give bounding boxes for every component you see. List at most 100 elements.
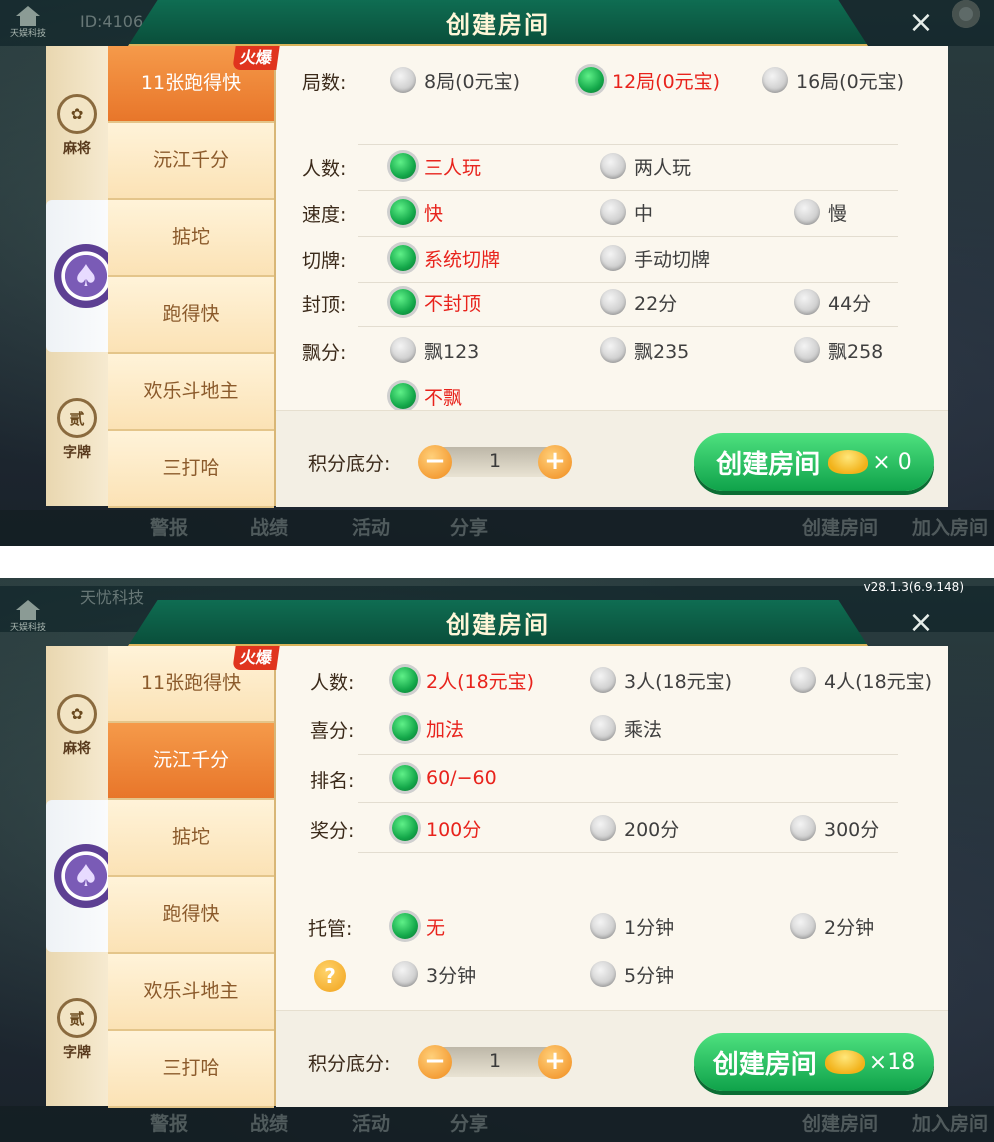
- home-icon[interactable]: 天娱科技: [6, 596, 50, 636]
- category-zipai[interactable]: 贰字牌: [46, 398, 108, 462]
- radio-option[interactable]: 三人玩: [390, 150, 481, 182]
- radio-option[interactable]: 乘法: [590, 712, 662, 744]
- radio-option[interactable]: 16局(0元宝): [762, 64, 904, 96]
- radio-option[interactable]: 2人(18元宝): [392, 664, 534, 696]
- game-item-doudizhu[interactable]: 欢乐斗地主: [108, 954, 274, 1031]
- hot-badge: 火爆: [232, 46, 280, 70]
- radio-option[interactable]: 两人玩: [600, 150, 691, 182]
- bottom-item-record[interactable]: 战绩: [250, 1109, 288, 1136]
- game-item-yuanjiang[interactable]: 沅江千分: [108, 123, 274, 200]
- game-item-sandaha[interactable]: 三打哈: [108, 1031, 274, 1108]
- bottom-item-record[interactable]: 战绩: [250, 513, 288, 540]
- radio-option[interactable]: 1分钟: [590, 910, 674, 942]
- game-item-paodekuai[interactable]: 跑得快: [108, 277, 274, 354]
- bottom-item-activity[interactable]: 活动: [352, 1109, 390, 1136]
- option-row-players: 人数: 三人玩 两人玩: [276, 146, 948, 186]
- close-button[interactable]: ×: [904, 606, 938, 640]
- option-row-speed: 速度: 快 中 慢: [276, 192, 948, 232]
- category-mahjong[interactable]: ✿ 麻将: [46, 94, 108, 158]
- minus-button[interactable]: −: [418, 445, 452, 479]
- radio-option[interactable]: 飘123: [390, 334, 479, 366]
- radio-option[interactable]: 加法: [392, 712, 464, 744]
- create-room-button[interactable]: 创建房间 × 0: [694, 433, 934, 491]
- radio-option[interactable]: 60/−60: [392, 762, 497, 794]
- game-label: 跑得快: [162, 903, 220, 925]
- zipai-icon: 贰: [57, 398, 97, 438]
- radio-option[interactable]: 5分钟: [590, 958, 674, 990]
- option-label: 22分: [634, 292, 678, 315]
- game-item-yuanjiang[interactable]: 沅江千分: [108, 723, 274, 800]
- divider: [358, 754, 898, 755]
- radio-option[interactable]: 不封顶: [390, 286, 481, 318]
- radio-option[interactable]: 快: [390, 196, 443, 228]
- radio-option[interactable]: 4人(18元宝): [790, 664, 932, 696]
- cost-label: × 0: [872, 449, 912, 475]
- plus-button[interactable]: +: [538, 445, 572, 479]
- radio-icon: [590, 815, 616, 841]
- radio-option[interactable]: 8局(0元宝): [390, 64, 520, 96]
- help-icon[interactable]: ?: [314, 960, 346, 992]
- category-zipai[interactable]: 贰字牌: [46, 998, 108, 1062]
- radio-option[interactable]: 44分: [794, 286, 871, 318]
- divider: [358, 190, 898, 191]
- option-label: 2人(18元宝): [426, 670, 535, 693]
- bottom-item-create-room[interactable]: 创建房间: [802, 1109, 878, 1136]
- gear-icon[interactable]: [952, 0, 980, 28]
- minus-button[interactable]: −: [418, 1045, 452, 1079]
- radio-option[interactable]: 100分: [392, 812, 481, 844]
- game-label: 11张跑得快: [140, 672, 242, 694]
- option-label: 100分: [426, 818, 482, 841]
- bottom-item-share[interactable]: 分享: [450, 1109, 488, 1136]
- bottom-item-activity[interactable]: 活动: [352, 513, 390, 540]
- radio-option[interactable]: 飘235: [600, 334, 689, 366]
- option-label: 200分: [624, 818, 680, 841]
- game-item-11zhang[interactable]: 11张跑得快 火爆: [108, 646, 280, 723]
- radio-icon: [390, 153, 416, 179]
- game-item-doudizhu[interactable]: 欢乐斗地主: [108, 354, 274, 431]
- option-label: 系统切牌: [424, 248, 501, 271]
- radio-option[interactable]: 3分钟: [392, 958, 476, 990]
- radio-icon: [392, 715, 418, 741]
- radio-option[interactable]: 200分: [590, 812, 679, 844]
- bottom-item-share[interactable]: 分享: [450, 513, 488, 540]
- create-room-button[interactable]: 创建房间 ×18: [694, 1033, 934, 1091]
- bottom-item-alert[interactable]: 警报: [150, 1109, 188, 1136]
- radio-option[interactable]: 不飘: [390, 380, 462, 412]
- divider: [358, 144, 898, 145]
- radio-option[interactable]: 慢: [794, 196, 847, 228]
- home-icon[interactable]: 天娱科技: [6, 2, 50, 42]
- radio-option[interactable]: 22分: [600, 286, 677, 318]
- row-label: 排名:: [310, 770, 355, 792]
- plus-button[interactable]: +: [538, 1045, 572, 1079]
- row-label: 托管:: [308, 918, 353, 940]
- radio-option[interactable]: 3人(18元宝): [590, 664, 732, 696]
- radio-option[interactable]: 手动切牌: [600, 242, 710, 274]
- game-item-diantuo[interactable]: 掂坨: [108, 800, 274, 877]
- game-label: 跑得快: [162, 303, 220, 325]
- category-mahjong[interactable]: ✿ 麻将: [46, 694, 108, 758]
- bottom-item-join-room[interactable]: 加入房间: [912, 513, 988, 540]
- radio-icon: [590, 913, 616, 939]
- radio-option[interactable]: 飘258: [794, 334, 883, 366]
- divider: [358, 852, 898, 853]
- radio-option[interactable]: 系统切牌: [390, 242, 500, 274]
- game-item-paodekuai[interactable]: 跑得快: [108, 877, 274, 954]
- radio-icon: [762, 67, 788, 93]
- radio-option[interactable]: 无: [392, 910, 445, 942]
- radio-option[interactable]: 12局(0元宝): [578, 64, 720, 96]
- radio-icon: [600, 245, 626, 271]
- radio-icon: [600, 337, 626, 363]
- dialog-panel: ✿ 麻将 贰字牌 ♠ 11张跑得快 火爆 沅江千分 掂坨 跑得快 欢乐斗地主 三打哈…: [46, 46, 948, 508]
- game-label: 沅江千分: [152, 149, 229, 171]
- game-item-11zhang[interactable]: 11张跑得快 火爆: [108, 46, 280, 123]
- game-item-sandaha[interactable]: 三打哈: [108, 431, 274, 508]
- game-item-diantuo[interactable]: 掂坨: [108, 200, 274, 277]
- bottom-item-create-room[interactable]: 创建房间: [802, 513, 878, 540]
- game-label: 欢乐斗地主: [143, 980, 239, 1002]
- radio-option[interactable]: 300分: [790, 812, 879, 844]
- bottom-item-join-room[interactable]: 加入房间: [912, 1109, 988, 1136]
- radio-option[interactable]: 2分钟: [790, 910, 874, 942]
- bottom-item-alert[interactable]: 警报: [150, 513, 188, 540]
- close-button[interactable]: ×: [904, 6, 938, 40]
- radio-option[interactable]: 中: [600, 196, 653, 228]
